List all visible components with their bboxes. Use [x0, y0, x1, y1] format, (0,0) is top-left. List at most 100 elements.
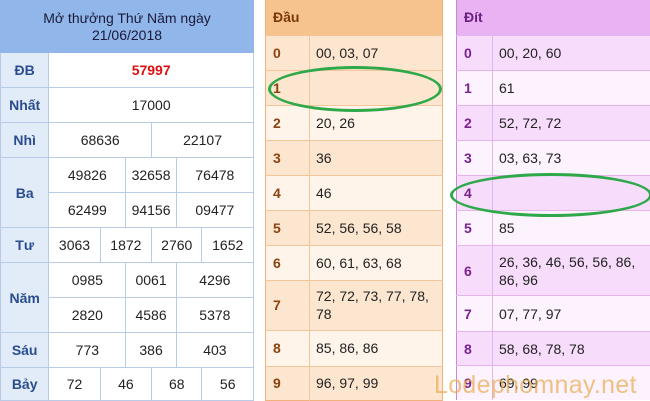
- dit-row: 1 61: [457, 70, 650, 105]
- prize-row-sau: Sáu 773 386 403: [1, 333, 254, 368]
- dit-table: Đít 0 00, 20, 60 1 61 2 52, 72, 72 3 03,…: [456, 0, 650, 400]
- dit-values: 00, 20, 60: [493, 35, 650, 70]
- dau-row: 6 60, 61, 63, 68: [266, 245, 443, 280]
- dit-row: 3 03, 63, 73: [457, 140, 650, 175]
- prize-value: 76478: [176, 158, 253, 193]
- dit-values: [493, 175, 650, 210]
- dau-values: 46: [310, 175, 443, 210]
- prize-label-nhat: Nhất: [1, 88, 49, 123]
- prize-value: 72: [49, 368, 100, 401]
- dit-tail-digit: 6: [457, 246, 493, 296]
- dit-row: 6 26, 36, 46, 56, 56, 86, 86, 96: [457, 246, 650, 296]
- prize-label-bay: Bảy: [1, 368, 49, 401]
- prize-value: 68: [152, 368, 202, 401]
- dit-row: 4: [457, 175, 650, 210]
- prize-row-nam: Năm 0985 0061 4296: [1, 263, 254, 298]
- dau-head-digit: 9: [266, 366, 310, 400]
- dau-head-digit: 8: [266, 330, 310, 366]
- dit-tail-digit: 5: [457, 210, 493, 245]
- dau-values: [310, 70, 443, 105]
- dau-values: 96, 97, 99: [310, 366, 443, 400]
- dit-values: 03, 63, 73: [493, 140, 650, 175]
- prize-value: 403: [176, 333, 253, 368]
- dau-values: 20, 26: [310, 105, 443, 140]
- dau-row: 1: [266, 70, 443, 105]
- dau-head-digit: 3: [266, 140, 310, 175]
- dit-header: Đít: [457, 0, 493, 35]
- dit-values: 85: [493, 210, 650, 245]
- prize-value: 0061: [126, 263, 176, 298]
- dau-row: 4 46: [266, 175, 443, 210]
- site-watermark: Lodephomnay.net: [434, 372, 646, 398]
- prize-label-sau: Sáu: [1, 333, 49, 368]
- dau-row: 5 52, 56, 56, 58: [266, 210, 443, 245]
- prize-value: 4586: [126, 298, 176, 333]
- dau-head-digit: 4: [266, 175, 310, 210]
- prize-row-db: ĐB 57997: [1, 53, 254, 88]
- dit-row: 0 00, 20, 60: [457, 35, 650, 70]
- prize-label-nam: Năm: [1, 263, 49, 333]
- dau-row: 3 36: [266, 140, 443, 175]
- results-title: Mở thưởng Thứ Năm ngày: [1, 10, 253, 27]
- results-header: Mở thưởng Thứ Năm ngày 21/06/2018: [1, 1, 254, 53]
- dau-values: 85, 86, 86: [310, 330, 443, 366]
- special-prize-value: 57997: [49, 53, 254, 88]
- prize-value: 94156: [126, 193, 176, 228]
- dit-tail-digit: 2: [457, 105, 493, 140]
- prize-value: 09477: [176, 193, 253, 228]
- dit-tail-digit: 7: [457, 296, 493, 332]
- dau-values: 72, 72, 73, 77, 78, 78: [310, 280, 443, 330]
- prize-label-nhi: Nhì: [1, 123, 49, 158]
- prize-row-ba: Ba 49826 32658 76478: [1, 158, 254, 193]
- dit-tail-digit: 8: [457, 332, 493, 366]
- prize-value: 46: [100, 368, 151, 401]
- lottery-results-table: Mở thưởng Thứ Năm ngày 21/06/2018 ĐB 579…: [0, 0, 254, 401]
- dit-row: 7 07, 77, 97: [457, 296, 650, 332]
- prize-value: 5378: [176, 298, 253, 333]
- prize-row-bay: Bảy 72 46 68 56: [1, 368, 254, 401]
- dau-row: 2 20, 26: [266, 105, 443, 140]
- dau-values: 00, 03, 07: [310, 35, 443, 70]
- dit-values: 07, 77, 97: [493, 296, 650, 332]
- dit-values: 26, 36, 46, 56, 56, 86, 86, 96: [493, 246, 650, 296]
- dit-values: 58, 68, 78, 78: [493, 332, 650, 366]
- dau-values: 52, 56, 56, 58: [310, 210, 443, 245]
- dau-head-digit: 6: [266, 245, 310, 280]
- dit-tail-digit: 3: [457, 140, 493, 175]
- prize-label-tu: Tư: [1, 228, 49, 263]
- results-date: 21/06/2018: [1, 27, 253, 44]
- dau-table: Đầu 0 00, 03, 07 1 2 20, 26 3 36 4 46 5 …: [265, 0, 443, 401]
- prize-value: 3063: [49, 228, 100, 263]
- dau-row: 0 00, 03, 07: [266, 35, 443, 70]
- dit-values: 61: [493, 70, 650, 105]
- prize-value: 2760: [152, 228, 202, 263]
- dit-row: 2 52, 72, 72: [457, 105, 650, 140]
- dau-values: 36: [310, 140, 443, 175]
- prize-row-nhat: Nhất 17000: [1, 88, 254, 123]
- dau-head-digit: 2: [266, 105, 310, 140]
- prize-value: 1652: [202, 228, 254, 263]
- prize-value: 2820: [49, 298, 126, 333]
- prize-value: 22107: [152, 123, 254, 158]
- prize-row-nhi: Nhì 68636 22107: [1, 123, 254, 158]
- prize-value: 62499: [49, 193, 126, 228]
- prize-value: 386: [126, 333, 176, 368]
- prize-value: 1872: [100, 228, 151, 263]
- prize-label-db: ĐB: [1, 53, 49, 88]
- prize-value: 4296: [176, 263, 253, 298]
- dau-header: Đầu: [266, 0, 310, 35]
- prize-label-ba: Ba: [1, 158, 49, 228]
- dit-tail-digit: 4: [457, 175, 493, 210]
- prize-value: 17000: [49, 88, 254, 123]
- dau-head-digit: 7: [266, 280, 310, 330]
- prize-value: 0985: [49, 263, 126, 298]
- dau-values: 60, 61, 63, 68: [310, 245, 443, 280]
- dau-row: 8 85, 86, 86: [266, 330, 443, 366]
- dit-tail-digit: 0: [457, 35, 493, 70]
- dau-head-digit: 0: [266, 35, 310, 70]
- prize-value: 773: [49, 333, 126, 368]
- dit-row: 8 58, 68, 78, 78: [457, 332, 650, 366]
- prize-value: 32658: [126, 158, 176, 193]
- dit-row: 5 85: [457, 210, 650, 245]
- dau-head-digit: 5: [266, 210, 310, 245]
